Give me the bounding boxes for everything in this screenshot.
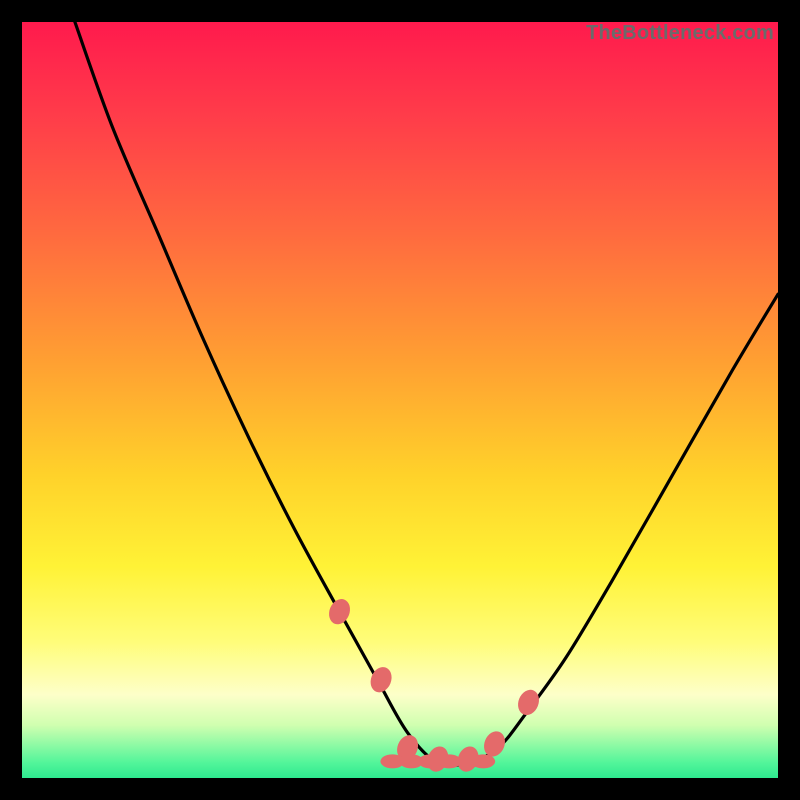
watermark-text: TheBottleneck.com xyxy=(586,22,774,45)
marker-band xyxy=(471,754,495,768)
marker-lozenge xyxy=(514,687,542,719)
optimal-range-markers xyxy=(325,596,542,775)
chart-container: TheBottleneck.com xyxy=(22,22,778,778)
chart-svg xyxy=(22,22,778,778)
bottleneck-curve xyxy=(75,22,778,766)
marker-lozenge xyxy=(325,596,353,628)
